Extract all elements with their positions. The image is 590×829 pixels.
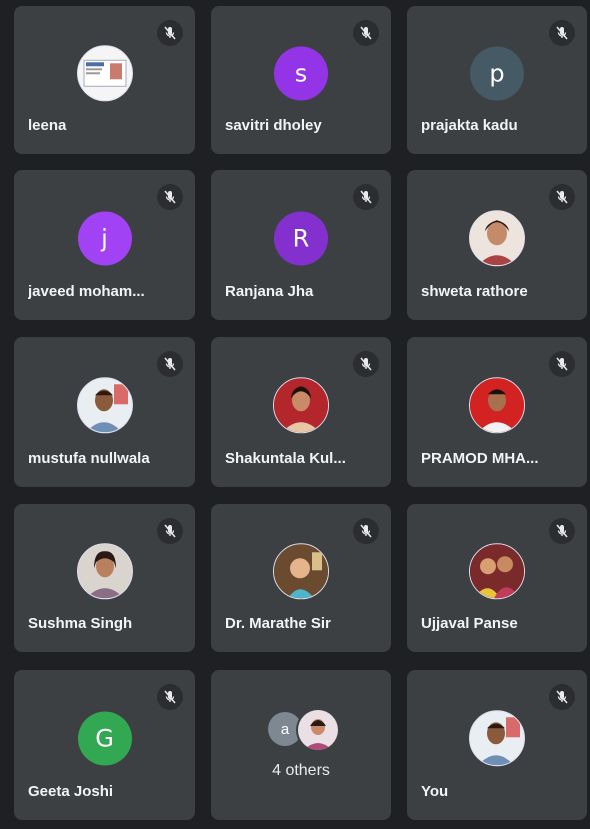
mic-off-icon xyxy=(549,684,575,710)
participant-tile[interactable]: p prajakta kadu xyxy=(407,6,587,154)
avatar xyxy=(469,543,525,600)
avatar xyxy=(296,708,340,752)
avatar xyxy=(273,543,329,600)
others-count-label: 4 others xyxy=(272,762,330,779)
avatar xyxy=(469,210,525,267)
participant-tile[interactable]: Shakuntala Kul... xyxy=(211,337,391,487)
mic-off-icon xyxy=(157,518,183,544)
participant-name: Sushma Singh xyxy=(28,615,133,632)
participant-tile[interactable]: G Geeta Joshi xyxy=(14,670,195,820)
others-tile[interactable]: a 4 others xyxy=(211,670,391,820)
participant-name: You xyxy=(421,783,449,800)
participant-name: Geeta Joshi xyxy=(28,783,114,800)
participant-tile-self[interactable]: You xyxy=(407,670,587,820)
participant-tile[interactable]: Ujjaval Panse xyxy=(407,504,587,652)
mic-off-icon xyxy=(157,20,183,46)
participant-name: shweta rathore xyxy=(421,283,528,300)
participant-tile[interactable]: Dr. Marathe Sir xyxy=(211,504,391,652)
avatar: p xyxy=(470,46,524,101)
participant-name: mustufa nullwala xyxy=(28,450,150,467)
participant-tile[interactable]: leena xyxy=(14,6,195,154)
avatar xyxy=(76,543,133,600)
mic-off-icon xyxy=(549,518,575,544)
avatar xyxy=(273,377,329,434)
mic-off-icon xyxy=(353,20,379,46)
avatar xyxy=(76,45,133,102)
mic-off-icon xyxy=(157,684,183,710)
avatar xyxy=(469,377,525,434)
mic-off-icon xyxy=(157,351,183,377)
avatar: s xyxy=(274,46,328,101)
mic-off-icon xyxy=(353,351,379,377)
participant-tile[interactable]: s savitri dholey xyxy=(211,6,391,154)
participant-tile[interactable]: mustufa nullwala xyxy=(14,337,195,487)
mic-off-icon xyxy=(549,351,575,377)
mic-off-icon xyxy=(549,20,575,46)
participant-name: leena xyxy=(28,117,67,134)
participant-tile[interactable]: j javeed moham... xyxy=(14,170,195,320)
participant-name: Dr. Marathe Sir xyxy=(225,615,331,632)
others-avatar-stack: a xyxy=(262,708,340,752)
participant-tile[interactable]: PRAMOD MHA... xyxy=(407,337,587,487)
participant-grid: leena s savitri dholey p prajakta kadu j… xyxy=(0,0,590,829)
avatar xyxy=(469,710,525,767)
participant-name: Ujjaval Panse xyxy=(421,615,518,632)
mic-off-icon xyxy=(353,184,379,210)
avatar: G xyxy=(77,711,132,766)
participant-name: Ranjana Jha xyxy=(225,283,314,300)
avatar xyxy=(76,377,133,434)
participant-tile[interactable]: shweta rathore xyxy=(407,170,587,320)
mic-off-icon xyxy=(549,184,575,210)
participant-tile[interactable]: Sushma Singh xyxy=(14,504,195,652)
participant-tile[interactable]: R Ranjana Jha xyxy=(211,170,391,320)
avatar: R xyxy=(274,211,328,266)
participant-name: prajakta kadu xyxy=(421,117,518,134)
participant-name: savitri dholey xyxy=(225,117,322,134)
avatar: j xyxy=(77,211,132,266)
participant-name: Shakuntala Kul... xyxy=(225,450,346,467)
participant-name: PRAMOD MHA... xyxy=(421,450,539,467)
participant-name: javeed moham... xyxy=(28,283,145,300)
mic-off-icon xyxy=(157,184,183,210)
mic-off-icon xyxy=(353,518,379,544)
